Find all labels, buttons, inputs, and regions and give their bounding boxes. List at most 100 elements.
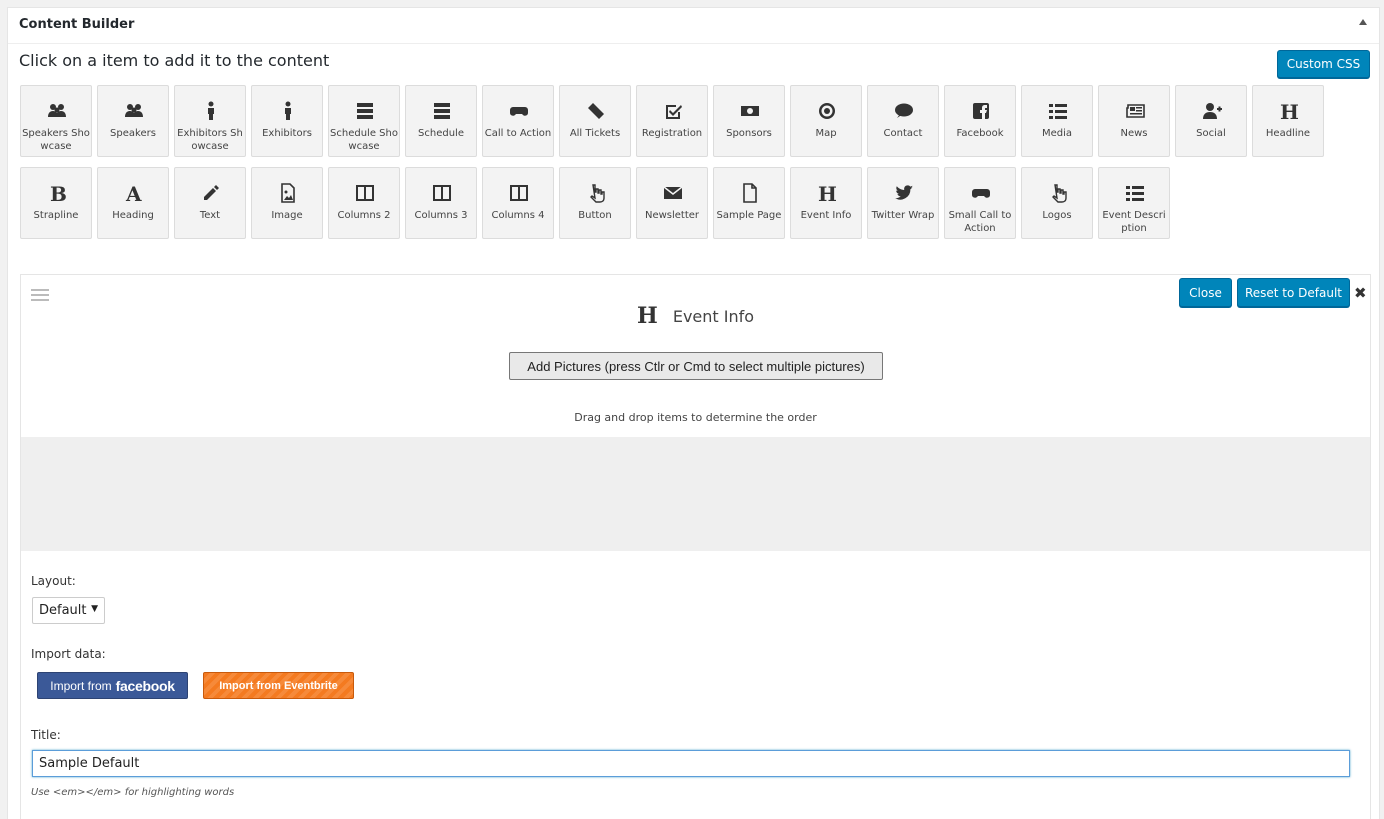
palette-item-speakers[interactable]: Speakers — [97, 85, 169, 157]
panel-title: Content Builder — [19, 17, 135, 32]
gamepad-icon — [972, 189, 990, 198]
palette-item-label: Image — [271, 210, 303, 221]
palette-item-small-call-to-action[interactable]: Small Call to Action — [944, 167, 1016, 239]
palette-item-news[interactable]: News — [1098, 85, 1170, 157]
columns-icon — [356, 185, 374, 201]
custom-css-button[interactable]: Custom CSS — [1277, 50, 1370, 78]
palette-item-label: All Tickets — [569, 128, 621, 139]
palette-item-label: Event Description — [1102, 210, 1166, 234]
user-plus-icon — [1203, 103, 1222, 119]
palette-item-label: Text — [199, 210, 221, 221]
palette-item-heading[interactable]: A Heading — [97, 167, 169, 239]
import-eventbrite-button[interactable]: Import from Eventbrite — [203, 672, 354, 699]
server-icon — [434, 103, 450, 119]
person-icon — [285, 101, 291, 120]
block-header: H Event Info — [21, 303, 1370, 329]
sortable-drop-area[interactable] — [21, 437, 1370, 551]
palette-item-exhibitors[interactable]: Exhibitors — [251, 85, 323, 157]
palette-item-label: Sponsors — [726, 128, 772, 139]
palette-item-text[interactable]: Text — [174, 167, 246, 239]
palette-item-label: Speakers — [110, 128, 156, 139]
palette-item-label: Columns 4 — [491, 210, 545, 221]
palette-item-columns-2[interactable]: Columns 2 — [328, 167, 400, 239]
collapse-arrow-icon[interactable] — [1359, 19, 1367, 25]
palette-item-media[interactable]: Media — [1021, 85, 1093, 157]
checkbox-icon — [666, 105, 682, 119]
palette-item-headline[interactable]: H Headline — [1252, 85, 1324, 157]
palette-item-label: Logos — [1042, 210, 1072, 221]
palette-item-label: Strapline — [33, 210, 79, 221]
panel-header[interactable]: Content Builder — [8, 8, 1379, 44]
envelope-icon — [663, 186, 683, 199]
block-title: Event Info — [672, 306, 755, 326]
letter-b-icon: B — [50, 183, 67, 203]
letter-h-icon: H — [818, 183, 837, 203]
import-data-label: Import data: — [31, 647, 106, 661]
newspaper-icon — [1126, 104, 1145, 118]
palette-item-sample-page[interactable]: Sample Page — [713, 167, 785, 239]
person-icon — [208, 101, 214, 120]
palette-item-all-tickets[interactable]: All Tickets — [559, 85, 631, 157]
drag-handle-icon[interactable] — [31, 289, 49, 301]
palette-item-label: Facebook — [956, 128, 1004, 139]
palette-item-image[interactable]: Image — [251, 167, 323, 239]
palette-item-label: Small Call to Action — [948, 210, 1012, 234]
palette-item-label: Schedule Showcase — [330, 128, 398, 152]
file-icon — [743, 183, 757, 203]
palette-item-facebook[interactable]: Facebook — [944, 85, 1016, 157]
hand-pointer-icon — [590, 184, 605, 203]
comment-icon — [895, 103, 913, 118]
palette-item-exhibitors-showcase[interactable]: Exhibitors Showcase — [174, 85, 246, 157]
palette-item-strapline[interactable]: B Strapline — [20, 167, 92, 239]
headline-icon: H — [636, 303, 658, 329]
content-builder-panel: Content Builder Click on a item to add i… — [7, 7, 1380, 819]
palette-item-schedule[interactable]: Schedule — [405, 85, 477, 157]
palette-item-event-description[interactable]: Event Description — [1098, 167, 1170, 239]
server-icon — [357, 103, 373, 119]
palette-item-label: Contact — [883, 128, 923, 139]
palette-item-label: Newsletter — [644, 210, 700, 221]
palette-item-label: Exhibitors — [262, 128, 312, 139]
palette-item-label: Speakers Showcase — [22, 128, 90, 152]
palette-item-columns-3[interactable]: Columns 3 — [405, 167, 477, 239]
palette-item-social[interactable]: Social — [1175, 85, 1247, 157]
instruction-text: Click on a item to add it to the content — [19, 51, 330, 70]
add-pictures-button[interactable]: Add Pictures (press Ctlr or Cmd to selec… — [509, 352, 883, 380]
facebook-icon — [973, 103, 989, 119]
palette-item-label: Call to Action — [484, 128, 552, 139]
import-facebook-button[interactable]: Import from facebook — [37, 672, 188, 699]
svg-text:A: A — [125, 183, 142, 203]
import-facebook-prefix: Import from — [50, 678, 112, 693]
palette-item-map[interactable]: Map — [790, 85, 862, 157]
palette-item-button[interactable]: Button — [559, 167, 631, 239]
palette-item-label: Headline — [1265, 128, 1311, 139]
layout-select-value: Default — [39, 603, 87, 618]
facebook-wordmark: facebook — [115, 677, 175, 694]
money-icon — [741, 106, 759, 116]
palette-item-schedule-showcase[interactable]: Schedule Showcase — [328, 85, 400, 157]
palette-item-label: Registration — [641, 128, 703, 139]
layout-select[interactable]: Default ▼ — [32, 597, 105, 624]
remove-block-icon[interactable]: ✖ — [1354, 284, 1367, 302]
hand-pointer-icon — [1052, 184, 1067, 203]
drag-hint: Drag and drop items to determine the ord… — [574, 411, 817, 424]
columns-icon — [433, 185, 451, 201]
palette-item-contact[interactable]: Contact — [867, 85, 939, 157]
palette-item-registration[interactable]: Registration — [636, 85, 708, 157]
palette-item-speakers-showcase[interactable]: Speakers Showcase — [20, 85, 92, 157]
palette-item-columns-4[interactable]: Columns 4 — [482, 167, 554, 239]
palette-item-newsletter[interactable]: Newsletter — [636, 167, 708, 239]
palette-item-label: Sample Page — [716, 210, 782, 221]
palette-item-label: Heading — [112, 210, 154, 221]
palette-item-sponsors[interactable]: Sponsors — [713, 85, 785, 157]
users-icon — [125, 104, 143, 117]
palette-item-label: Social — [1196, 128, 1226, 139]
palette-item-label: Event Info — [800, 210, 852, 221]
title-help-text: Use <em></em> for highlighting words — [31, 787, 235, 798]
palette-item-event-info[interactable]: H Event Info — [790, 167, 862, 239]
palette-item-logos[interactable]: Logos — [1021, 167, 1093, 239]
palette-item-label: Exhibitors Showcase — [177, 128, 243, 152]
palette-item-call-to-action[interactable]: Call to Action — [482, 85, 554, 157]
title-input[interactable]: Sample Default — [32, 750, 1350, 777]
palette-item-twitter-wrap[interactable]: Twitter Wrap — [867, 167, 939, 239]
